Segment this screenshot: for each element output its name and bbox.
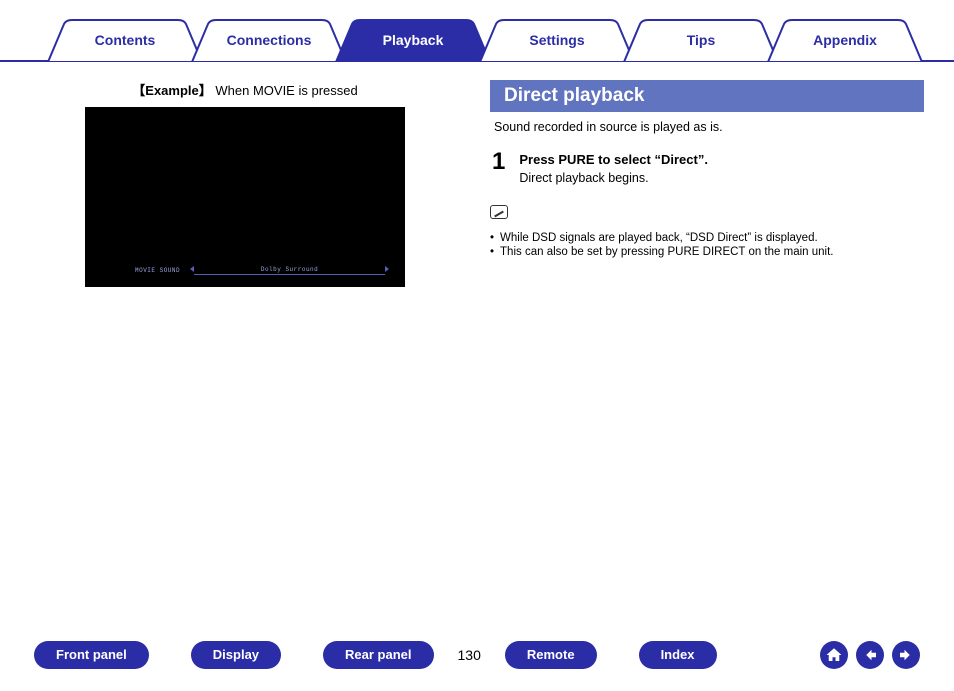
home-icon	[825, 646, 843, 664]
osd-mode: Dolby Surround	[194, 266, 385, 275]
main-content: 【Example】 When MOVIE is pressed MOVIE SO…	[0, 62, 954, 287]
example-caption-text: When MOVIE is pressed	[215, 83, 357, 98]
left-column: 【Example】 When MOVIE is pressed MOVIE SO…	[30, 80, 460, 287]
tab-appendix[interactable]: Appendix	[775, 32, 915, 48]
step-title: Press PURE to select “Direct”.	[519, 152, 708, 167]
tab-playback[interactable]: Playback	[343, 32, 483, 48]
example-caption-bold: 【Example】	[132, 83, 211, 98]
pencil-icon	[490, 205, 508, 219]
example-caption: 【Example】 When MOVIE is pressed	[30, 80, 460, 99]
next-page-button[interactable]	[892, 641, 920, 669]
note-item: While DSD signals are played back, “DSD …	[490, 232, 924, 244]
remote-button[interactable]: Remote	[505, 641, 597, 669]
rear-panel-button[interactable]: Rear panel	[323, 641, 433, 669]
display-button[interactable]: Display	[191, 641, 281, 669]
step-number: 1	[492, 150, 505, 185]
note-list: While DSD signals are played back, “DSD …	[490, 232, 924, 258]
arrow-left-icon	[861, 646, 879, 664]
tv-preview: MOVIE SOUND Dolby Surround	[85, 107, 405, 287]
home-button[interactable]	[820, 641, 848, 669]
step-1: 1 Press PURE to select “Direct”. Direct …	[492, 150, 924, 185]
tab-tips[interactable]: Tips	[631, 32, 771, 48]
tab-settings[interactable]: Settings	[487, 32, 627, 48]
footer-row: Front panel Display Rear panel 130 Remot…	[0, 641, 954, 669]
step-desc: Direct playback begins.	[519, 171, 708, 185]
section-intro: Sound recorded in source is played as is…	[494, 120, 924, 134]
tv-osd: MOVIE SOUND Dolby Surround	[135, 266, 385, 275]
front-panel-button[interactable]: Front panel	[34, 641, 149, 669]
nav-icon-group	[820, 641, 920, 669]
arrow-right-icon	[897, 646, 915, 664]
section-header: Direct playback	[490, 80, 924, 112]
note-item: This can also be set by pressing PURE DI…	[490, 246, 924, 258]
top-tab-row: Contents Connections Playback Settings T…	[0, 18, 954, 62]
tab-contents[interactable]: Contents	[55, 32, 195, 48]
note-block: While DSD signals are played back, “DSD …	[490, 205, 924, 258]
index-button[interactable]: Index	[639, 641, 717, 669]
osd-label: MOVIE SOUND	[135, 267, 180, 274]
right-column: Direct playback Sound recorded in source…	[490, 80, 924, 287]
tab-connections[interactable]: Connections	[199, 32, 339, 48]
prev-page-button[interactable]	[856, 641, 884, 669]
page-number: 130	[458, 647, 481, 663]
